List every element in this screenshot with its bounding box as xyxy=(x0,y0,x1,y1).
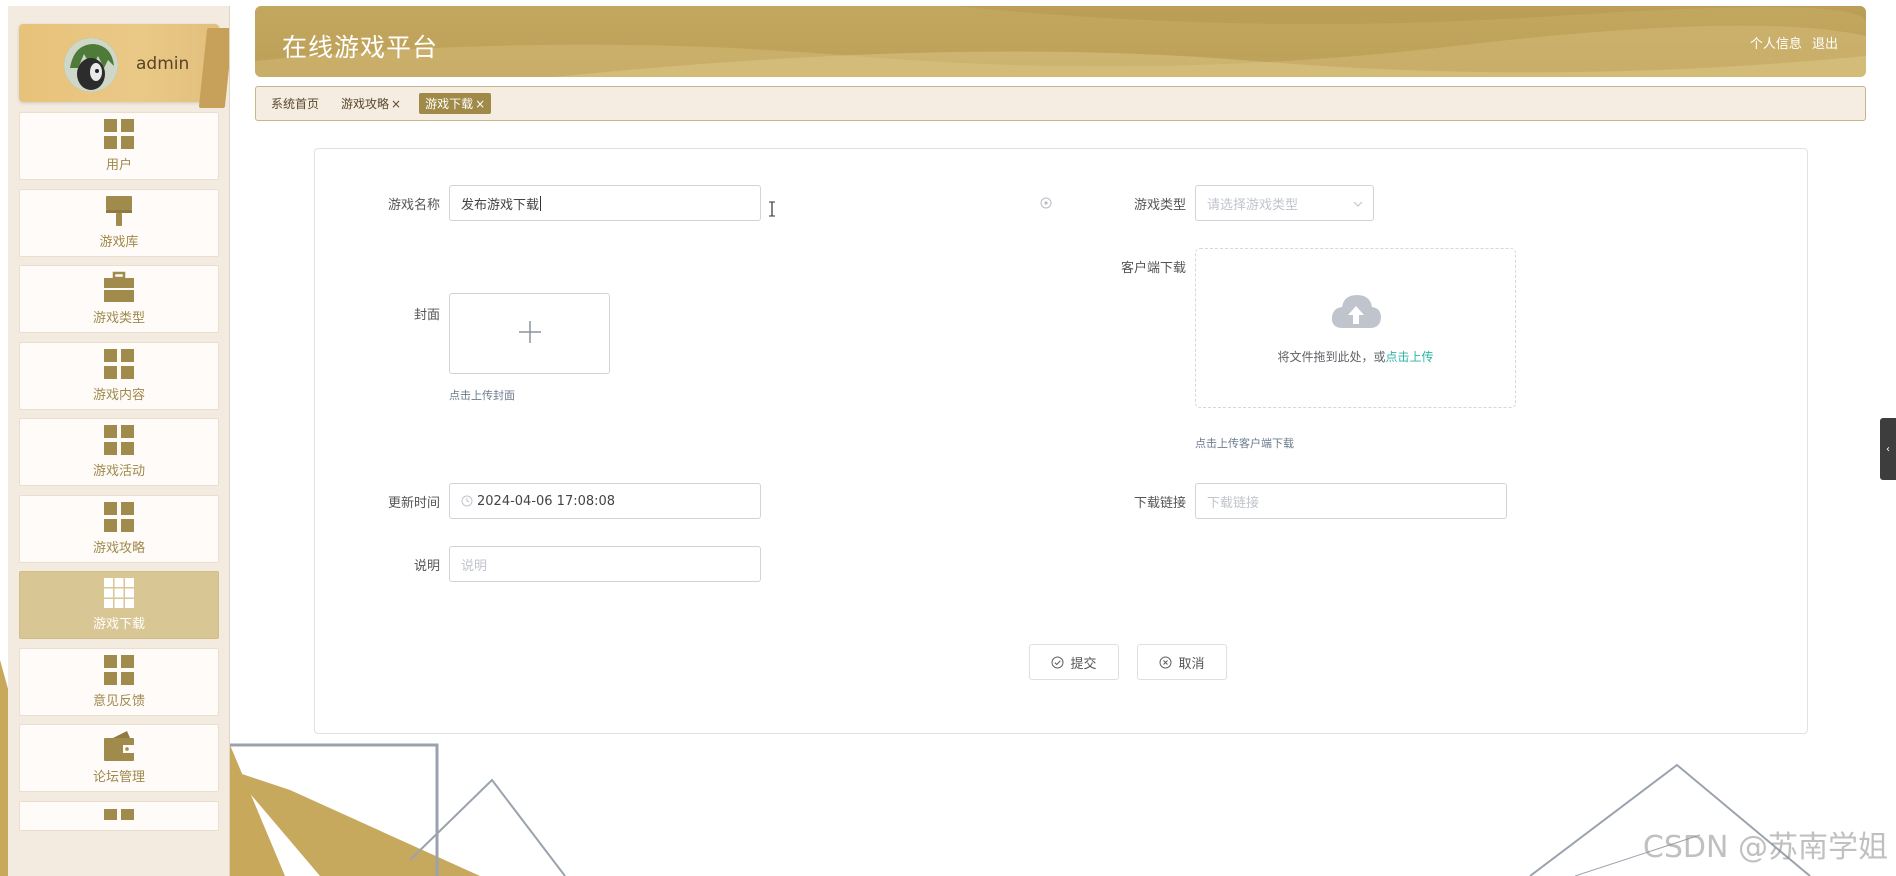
tab-game-downloads[interactable]: 游戏下载 × xyxy=(419,93,492,114)
plus-icon xyxy=(517,319,543,349)
sidebar-item-game-library[interactable]: 游戏库 xyxy=(19,188,219,257)
game-type-placeholder: 请选择游戏类型 xyxy=(1207,197,1299,213)
chevron-down-icon xyxy=(1353,196,1363,211)
cloud-upload-icon xyxy=(1329,292,1383,338)
game-name-label: 游戏名称 xyxy=(387,198,440,213)
sidebar-item-more[interactable] xyxy=(19,800,219,831)
game-name-input[interactable]: 发布游戏下载 xyxy=(449,185,761,221)
description-label: 说明 xyxy=(413,559,440,574)
user-info-link[interactable]: 个人信息 xyxy=(1750,37,1802,52)
submit-label: 提交 xyxy=(1070,656,1097,672)
avatar[interactable] xyxy=(64,38,118,92)
cancel-button[interactable]: 取消 xyxy=(1137,644,1227,680)
sidebar-item-label: 游戏内容 xyxy=(92,387,145,403)
client-download-label: 客户端下载 xyxy=(1120,261,1186,276)
tab-label: 游戏下载 xyxy=(425,97,474,111)
watermark: CSDN @苏南学姐 xyxy=(1642,830,1888,865)
sidebar-item-label: 游戏攻略 xyxy=(92,540,145,556)
grid-icon xyxy=(103,654,135,686)
close-icon[interactable]: × xyxy=(391,97,401,111)
settings-drawer-toggle[interactable]: ‹ xyxy=(1880,418,1896,480)
dropzone-text-main: 将文件拖到此处，或 xyxy=(1277,349,1386,364)
game-type-label: 游戏类型 xyxy=(1133,198,1186,213)
game-name-value: 发布游戏下载 xyxy=(461,197,540,213)
apps-icon xyxy=(103,577,135,609)
chevron-left-icon: ‹ xyxy=(1886,443,1890,455)
tab-label: 游戏攻略 xyxy=(341,97,390,111)
cover-label: 封面 xyxy=(413,308,440,323)
header-wave-decoration xyxy=(255,6,1866,77)
tab-game-guides[interactable]: 游戏攻略 × xyxy=(337,93,405,114)
top-header: 在线游戏平台 个人信息 退出 xyxy=(255,6,1866,77)
client-upload-dropzone[interactable]: 将文件拖到此处，或点击上传 xyxy=(1195,248,1516,408)
check-circle-icon xyxy=(1051,656,1064,669)
sidebar-item-label: 游戏库 xyxy=(99,234,139,250)
grid-icon xyxy=(103,501,135,533)
briefcase-icon xyxy=(103,271,135,303)
grid-icon xyxy=(103,348,135,380)
grid-icon xyxy=(103,118,135,150)
tabs-bar: 系统首页 游戏攻略 × 游戏下载 × xyxy=(255,86,1866,121)
description-placeholder: 说明 xyxy=(461,558,488,574)
logout-link[interactable]: 退出 xyxy=(1812,37,1838,52)
close-icon[interactable]: × xyxy=(475,97,485,111)
profile-card-fold xyxy=(198,28,229,108)
submit-button[interactable]: 提交 xyxy=(1029,644,1119,680)
text-cursor-icon xyxy=(768,201,776,221)
download-link-placeholder: 下载链接 xyxy=(1207,495,1260,511)
description-input[interactable]: 说明 xyxy=(449,546,761,582)
clear-icon[interactable] xyxy=(1040,194,1052,213)
update-time-value: 2024-04-06 17:08:08 xyxy=(477,493,616,509)
client-upload-hint: 点击上传客户端下载 xyxy=(1195,437,1294,450)
header-links: 个人信息 退出 xyxy=(1744,33,1838,52)
update-time-picker[interactable]: 2024-04-06 17:08:08 xyxy=(449,483,761,519)
text-caret xyxy=(540,195,542,211)
sidebar-item-game-content[interactable]: 游戏内容 xyxy=(19,341,219,410)
sidebar-item-label: 用户 xyxy=(105,158,132,173)
app-title: 在线游戏平台 xyxy=(282,33,439,62)
sidebar-item-label: 意见反馈 xyxy=(92,693,145,709)
wallet-icon xyxy=(103,730,135,762)
download-link-input[interactable]: 下载链接 xyxy=(1195,483,1507,519)
sidebar-item-feedback[interactable]: 意见反馈 xyxy=(19,647,219,716)
form-panel: 游戏名称 发布游戏下载 游戏类型 请选择游戏类型 客户端下载 将文件拖到此处，或… xyxy=(314,148,1808,734)
sidebar: admin 用户 游戏库 游戏类型 游戏内容 游戏活动 游戏攻略 游戏下载 意见… xyxy=(8,6,230,876)
brush-icon xyxy=(103,195,135,227)
sidebar-item-game-downloads[interactable]: 游戏下载 xyxy=(19,571,219,639)
sidebar-item-game-guides[interactable]: 游戏攻略 xyxy=(19,494,219,563)
grid-icon xyxy=(103,808,135,820)
sidebar-item-label: 游戏活动 xyxy=(92,464,145,479)
sidebar-menu: 用户 游戏库 游戏类型 游戏内容 游戏活动 游戏攻略 游戏下载 意见反馈 论坛管… xyxy=(19,112,219,839)
dropzone-text: 将文件拖到此处，或点击上传 xyxy=(1277,348,1433,365)
tab-home[interactable]: 系统首页 xyxy=(267,93,323,114)
tab-label: 系统首页 xyxy=(271,97,320,111)
cover-upload-hint: 点击上传封面 xyxy=(449,389,515,402)
profile-name: admin xyxy=(136,54,190,74)
update-time-label: 更新时间 xyxy=(387,496,440,511)
sidebar-item-label: 论坛管理 xyxy=(92,770,145,785)
close-circle-icon xyxy=(1159,656,1172,669)
click-upload-link[interactable]: 点击上传 xyxy=(1386,350,1434,364)
sidebar-item-forum[interactable]: 论坛管理 xyxy=(19,724,219,792)
profile-card: admin xyxy=(19,24,229,108)
sidebar-item-game-types[interactable]: 游戏类型 xyxy=(19,265,219,333)
sidebar-item-game-events[interactable]: 游戏活动 xyxy=(19,418,219,486)
clock-icon xyxy=(461,495,473,507)
cancel-label: 取消 xyxy=(1178,656,1205,672)
sidebar-item-label: 游戏下载 xyxy=(92,617,145,632)
game-type-select[interactable]: 请选择游戏类型 xyxy=(1195,185,1374,221)
cover-upload-box[interactable] xyxy=(449,293,610,374)
sidebar-item-label: 游戏类型 xyxy=(92,311,145,326)
download-link-label: 下载链接 xyxy=(1133,496,1186,511)
grid-icon xyxy=(103,424,135,456)
sidebar-item-users[interactable]: 用户 xyxy=(19,112,219,180)
